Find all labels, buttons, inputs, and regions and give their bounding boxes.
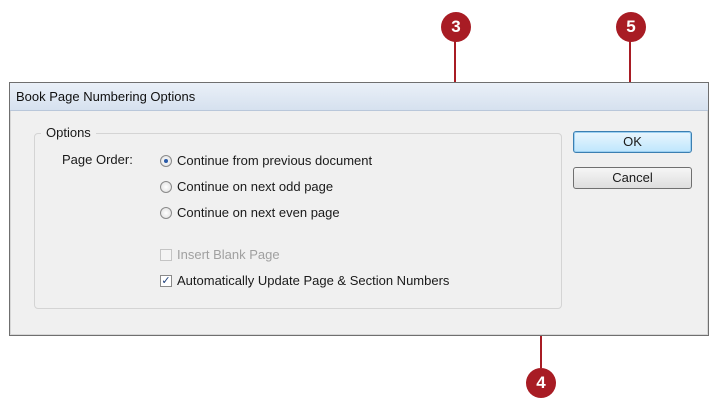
radio-unselected-icon (160, 180, 172, 193)
insert-blank-page-checkbox[interactable]: Insert Blank Page (160, 247, 280, 262)
radio-selected-icon (160, 154, 172, 167)
ok-button[interactable]: OK (573, 131, 692, 153)
radio-label: Continue on next odd page (177, 179, 334, 194)
callout-4: 4 (526, 368, 556, 398)
checkbox-label: Automatically Update Page & Section Numb… (177, 273, 450, 288)
callout-5: 5 (616, 12, 646, 42)
dialog-title: Book Page Numbering Options (10, 83, 708, 111)
radio-label: Continue from previous document (177, 153, 373, 168)
book-page-numbering-dialog: Book Page Numbering Options Options Page… (9, 82, 709, 336)
auto-update-numbers-checkbox[interactable]: ✓ Automatically Update Page & Section Nu… (160, 273, 449, 288)
radio-unselected-icon (160, 206, 172, 219)
radio-label: Continue on next even page (177, 205, 340, 220)
radio-continue-next-odd[interactable]: Continue on next odd page (160, 179, 333, 194)
options-group-label: Options (41, 125, 96, 140)
radio-continue-from-previous[interactable]: Continue from previous document (160, 153, 372, 168)
callout-3: 3 (441, 12, 471, 42)
checkmark-icon: ✓ (160, 274, 172, 287)
checkbox-label: Insert Blank Page (177, 247, 280, 262)
checkbox-unchecked-icon (160, 248, 172, 261)
cancel-button[interactable]: Cancel (573, 167, 692, 189)
radio-continue-next-even[interactable]: Continue on next even page (160, 205, 340, 220)
page-order-label: Page Order: (62, 152, 133, 167)
